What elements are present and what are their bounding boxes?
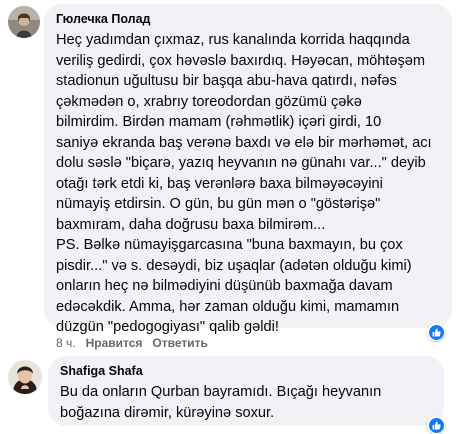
- reaction-badge[interactable]: [427, 323, 445, 341]
- like-icon: [428, 324, 444, 340]
- comment-text-line: edəcəkdik. Amma, hər zaman olduğu kimi, …: [56, 298, 400, 315]
- comment-text-line: baxmıram, daha doğrusu baxa bilmirəm...: [56, 216, 326, 233]
- avatar-image: [8, 6, 40, 38]
- comment-text-line: Heç yadımdan çıxmaz, rus kanalında korri…: [56, 32, 410, 48]
- comment-timestamp[interactable]: 8 ч.: [56, 336, 76, 350]
- reaction-badge[interactable]: [427, 416, 445, 434]
- comment-text-line: onların heç nə bilmədiyini düşünüb baxma…: [56, 278, 393, 294]
- like-button[interactable]: Нравится: [86, 336, 143, 350]
- comment-author[interactable]: Shafiga Shafa: [60, 363, 432, 379]
- like-icon: [428, 417, 444, 433]
- avatar-image: [8, 360, 42, 394]
- comment-bubble: Shafiga Shafa Bu da onların Qurban bayra…: [48, 356, 444, 426]
- comment-text-line: düzgün "pedogogiyası" qalib gəldi!: [56, 319, 279, 335]
- comment-body: Heç yadımdan çıxmaz, rus kanalında korri…: [56, 30, 440, 338]
- comment-body: Bu da onların Qurban bayramıdı. Bıçağı h…: [60, 382, 432, 423]
- comment-text-line: PS. Bəlkə nümayişgarcasına "buna baxmayı…: [56, 237, 403, 253]
- comment-text-line: otağı tərk etdi ki, baş verənlərə baxa b…: [56, 175, 383, 192]
- comment-text-line: bilmirdim. Birdən mamam (rəhmətlik) içər…: [56, 114, 382, 130]
- comment-text-line: stadionun uğultusu bir başqa abu-hava qa…: [56, 73, 397, 89]
- comment-author[interactable]: Гюлечка Полад: [56, 11, 440, 27]
- avatar[interactable]: [8, 360, 42, 394]
- comment-text-line: pisdir..." və s. desəydi, biz uşaqlar (a…: [56, 257, 412, 274]
- reply-button[interactable]: Ответить: [152, 336, 207, 350]
- comment-text-line: nümayiş etdirsin. O gün, bu gün mən o "g…: [56, 196, 381, 212]
- comment-text-line: saniyə ekranda baş verənə baxdı və elə b…: [56, 134, 432, 151]
- comment-text-line: boğazına dirəmir, kürəyinə soxur.: [60, 404, 275, 421]
- avatar[interactable]: [8, 6, 40, 38]
- comment-actions: 8 ч. Нравится Ответить: [56, 336, 208, 350]
- comment-bubble: Гюлечка Полад Heç yadımdan çıxmaz, rus k…: [44, 4, 452, 335]
- comment-text-line: dolu səslə "biçarə, yazıq heyvanın nə gü…: [56, 155, 426, 171]
- comment-text-line: Bu da onların Qurban bayramıdı. Bıçağı h…: [60, 384, 382, 400]
- comment-text-line: veriliş gedirdi, çox həvəslə baxırdıq. H…: [56, 52, 426, 69]
- comment-text-line: çəkmədən o, xrabrıy toreodordan gözümü ç…: [56, 93, 362, 110]
